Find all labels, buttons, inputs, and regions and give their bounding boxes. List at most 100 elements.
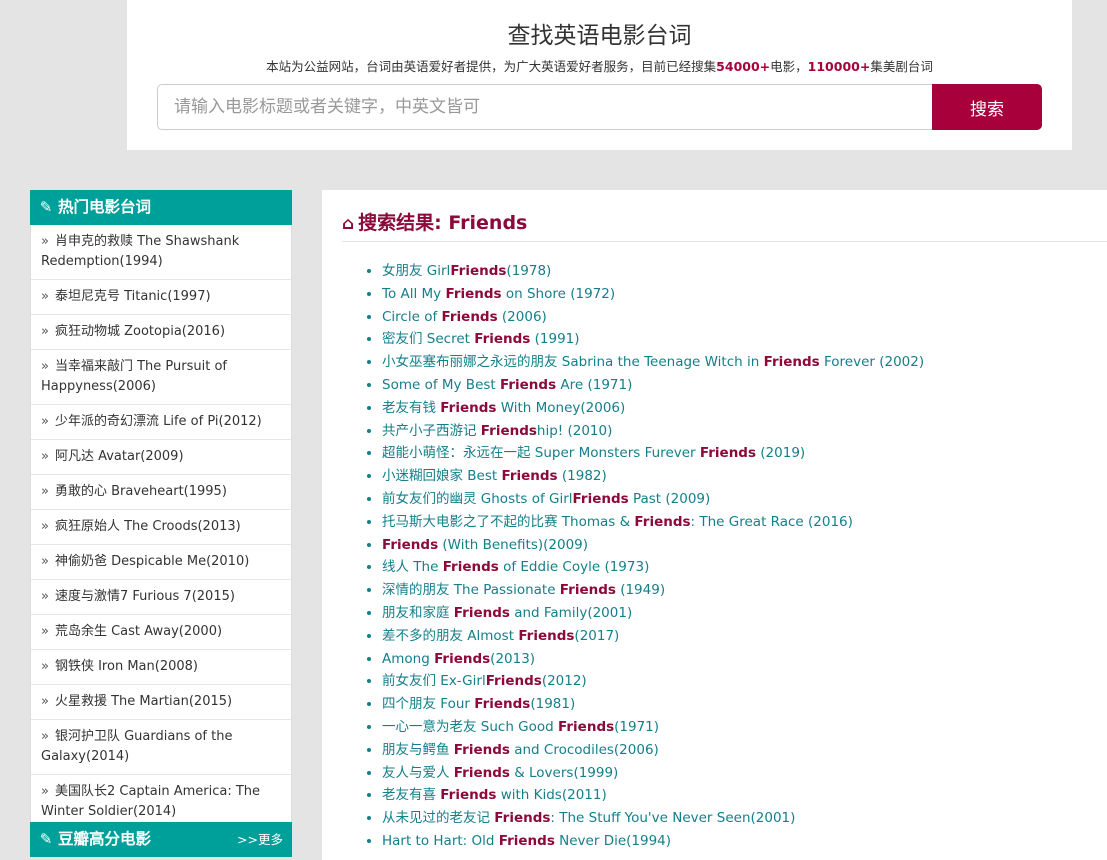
hot-movie-item: » 阿凡达 Avatar(2009) (31, 440, 291, 475)
search-input[interactable] (158, 85, 932, 129)
result-link[interactable]: 一心一意为老友 Such Good Friends(1971) (382, 719, 659, 735)
chevron-right-icon: » (41, 519, 49, 534)
result-link[interactable]: Hart to Hart: Old Friends Never Die(1994… (382, 833, 671, 849)
result-link[interactable]: 从未见过的老友记 Friends: The Stuff You've Never… (382, 810, 795, 826)
chevron-right-icon: » (41, 554, 49, 569)
result-keyword: Friends (699, 445, 756, 462)
hot-movie-link[interactable]: 速度与激情7 Furious 7(2015) (55, 589, 235, 604)
hot-movie-link[interactable]: 肖申克的救赎 The Shawshank Redemption(1994) (41, 234, 239, 269)
result-item: 小女巫塞布丽娜之永远的朋友 Sabrina the Teenage Witch … (382, 351, 924, 374)
result-keyword: Friends (382, 536, 439, 553)
result-item: 老友有喜 Friends with Kids(2011) (382, 784, 924, 807)
result-text-after: (2013) (490, 650, 536, 667)
result-keyword: Friends (558, 718, 615, 735)
result-text-after: (1982) (557, 468, 607, 485)
result-text-after: & Lovers(1999) (509, 764, 619, 781)
desc-middle: 电影， (770, 59, 808, 74)
hot-movie-item: » 疯狂原始人 The Croods(2013) (31, 510, 291, 545)
result-link[interactable]: Circle of Friends (2006) (382, 309, 547, 325)
result-link[interactable]: 托马斯大电影之了不起的比赛 Thomas & Friends: The Grea… (382, 514, 853, 530)
hot-movie-link[interactable]: 当幸福来敲门 The Pursuit of Happyness(2006) (41, 359, 227, 394)
chevron-right-icon: » (41, 624, 49, 639)
result-link[interactable]: Some of My Best Friends Are (1971) (382, 377, 632, 393)
chevron-right-icon: » (41, 289, 49, 304)
result-link[interactable]: 前女友们的幽灵 Ghosts of GirlFriends Past (2009… (382, 491, 710, 507)
result-text-before: 共产小子西游记 (382, 422, 481, 439)
result-text-before: Among (382, 650, 435, 667)
result-text-before: 小迷糊回娘家 Best (382, 468, 502, 485)
hot-movie-link[interactable]: 银河护卫队 Guardians of the Galaxy(2014) (41, 729, 232, 764)
hot-movie-link[interactable]: 泰坦尼克号 Titanic(1997) (55, 289, 211, 304)
result-keyword: Friends (485, 673, 542, 690)
result-link[interactable]: 女朋友 GirlFriends(1978) (382, 263, 551, 279)
hot-movie-link[interactable]: 神偷奶爸 Despicable Me(2010) (55, 554, 249, 569)
hot-movie-link[interactable]: 少年派的奇幻漂流 Life of Pi(2012) (55, 414, 262, 429)
site-description: 本站为公益网站，台词由英语爱好者提供，为广大英语爱好者服务，目前已经搜集5400… (127, 56, 1072, 75)
hot-movie-item: » 钢铁侠 Iron Man(2008) (31, 650, 291, 685)
result-link[interactable]: 小女巫塞布丽娜之永远的朋友 Sabrina the Teenage Witch … (382, 354, 924, 370)
result-text-before: To All My (382, 285, 446, 302)
hot-movie-link[interactable]: 阿凡达 Avatar(2009) (55, 449, 184, 464)
search-button[interactable]: 搜索 (932, 84, 1042, 130)
result-link[interactable]: 前女友们 Ex-GirlFriends(2012) (382, 673, 587, 689)
result-text-before: 密友们 Secret (382, 331, 475, 348)
hot-movie-link[interactable]: 勇敢的心 Braveheart(1995) (55, 484, 227, 499)
result-link[interactable]: 四个朋友 Four Friends(1981) (382, 696, 575, 712)
search-results-panel: ⌂搜索结果: Friends 女朋友 GirlFriends(1978)To A… (322, 190, 1107, 860)
result-text-before: 小女巫塞布丽娜之永远的朋友 Sabrina the Teenage Witch … (382, 354, 764, 371)
hot-movie-link[interactable]: 钢铁侠 Iron Man(2008) (55, 659, 198, 674)
result-link[interactable]: 朋友和家庭 Friends and Family(2001) (382, 605, 632, 621)
result-text-after: (2017) (574, 627, 620, 644)
desc-suffix: 集美剧台词 (870, 59, 933, 74)
hot-movie-item: » 少年派的奇幻漂流 Life of Pi(2012) (31, 405, 291, 440)
hot-movie-link[interactable]: 火星救援 The Martian(2015) (55, 694, 232, 709)
hot-movie-link[interactable]: 疯狂动物城 Zootopia(2016) (55, 324, 225, 339)
hot-movie-link[interactable]: 荒岛余生 Cast Away(2000) (55, 624, 222, 639)
result-keyword: Friends (501, 468, 558, 485)
result-text-before: 女朋友 Girl (382, 263, 451, 279)
result-text-after: : The Great Race (2016) (690, 513, 853, 530)
result-keyword: Friends (440, 399, 497, 416)
chevron-right-icon: » (41, 449, 49, 464)
result-link[interactable]: Friends (With Benefits)(2009) (382, 537, 588, 553)
divider (342, 241, 1107, 242)
result-link[interactable]: Among Friends(2013) (382, 651, 535, 667)
result-item: 超能小萌怪：永远在一起 Super Monsters Furever Frien… (382, 442, 924, 465)
result-item: 前女友们的幽灵 Ghosts of GirlFriends Past (2009… (382, 488, 924, 511)
result-item: 女朋友 GirlFriends(1978) (382, 260, 924, 283)
result-item: Some of My Best Friends Are (1971) (382, 374, 924, 397)
result-item: 前女友们 Ex-GirlFriends(2012) (382, 670, 924, 693)
result-text-after: hip! (2010) (536, 422, 613, 439)
results-list: 女朋友 GirlFriends(1978) To All My Friends o… (382, 260, 924, 853)
result-link[interactable]: 线人 The Friends of Eddie Coyle (1973) (382, 559, 649, 575)
pen-icon: ✎ (39, 830, 53, 848)
chevron-right-icon: » (41, 359, 49, 374)
hot-movies-title: 热门电影台词 (58, 198, 152, 216)
result-item: 朋友与鳄鱼 Friends and Crocodiles(2006) (382, 739, 924, 762)
hot-movie-item: » 速度与激情7 Furious 7(2015) (31, 580, 291, 615)
more-link[interactable]: >>更多 (237, 822, 283, 857)
result-keyword: Friends (440, 787, 497, 804)
result-link[interactable]: 超能小萌怪：永远在一起 Super Monsters Furever Frien… (382, 445, 805, 461)
results-title: 搜索结果: Friends (358, 212, 528, 234)
site-header: 查找英语电影台词 本站为公益网站，台词由英语爱好者提供，为广大英语爱好者服务，目… (127, 0, 1072, 150)
result-link[interactable]: 老友有钱 Friends With Money(2006) (382, 400, 625, 416)
result-link[interactable]: 差不多的朋友 Almost Friends(2017) (382, 628, 619, 644)
result-link[interactable]: To All My Friends on Shore (1972) (382, 286, 615, 302)
result-link[interactable]: 深情的朋友 The Passionate Friends (1949) (382, 582, 665, 598)
hot-movie-link[interactable]: 疯狂原始人 The Croods(2013) (55, 519, 241, 534)
result-text-before: 老友有喜 (382, 787, 441, 804)
result-link[interactable]: 友人与爱人 Friends & Lovers(1999) (382, 765, 618, 781)
hot-movie-link[interactable]: 美国队长2 Captain America: The Winter Soldie… (41, 784, 260, 819)
result-link[interactable]: 密友们 Secret Friends (1991) (382, 331, 580, 347)
result-link[interactable]: 共产小子西游记 Friendship! (2010) (382, 423, 612, 439)
result-link[interactable]: 小迷糊回娘家 Best Friends (1982) (382, 468, 607, 484)
hot-movie-item: » 泰坦尼克号 Titanic(1997) (31, 280, 291, 315)
desc-prefix: 本站为公益网站，台词由英语爱好者提供，为广大英语爱好者服务，目前已经搜集 (266, 59, 717, 74)
hot-movie-item: » 勇敢的心 Braveheart(1995) (31, 475, 291, 510)
result-keyword: Friends (453, 741, 510, 758)
result-link[interactable]: 朋友与鳄鱼 Friends and Crocodiles(2006) (382, 742, 659, 758)
result-text-before: 四个朋友 Four (382, 696, 475, 713)
result-link[interactable]: 老友有喜 Friends with Kids(2011) (382, 787, 607, 803)
result-keyword: Friends (453, 764, 510, 781)
